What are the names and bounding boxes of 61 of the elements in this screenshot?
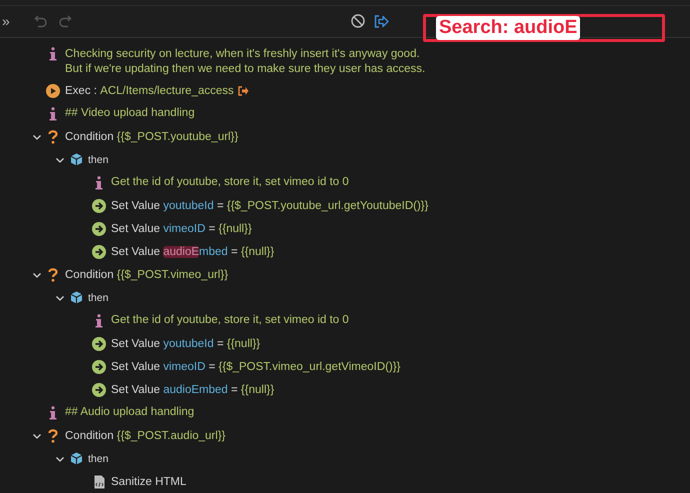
arrow-circle-icon — [92, 336, 106, 350]
branch-label: then — [88, 452, 108, 464]
step-label: Set Value — [111, 200, 160, 212]
exec-path: ACL/Items/lecture_access — [100, 84, 234, 96]
value-expression: {{null}} — [218, 222, 252, 234]
expand-panel-button[interactable]: » — [0, 11, 12, 32]
step-label: Set Value — [111, 360, 160, 372]
variable-name: youtubeId — [163, 200, 214, 212]
operator-text: = — [208, 360, 216, 372]
cube-icon — [69, 452, 83, 466]
cube-icon — [69, 152, 83, 166]
code-file-icon — [92, 474, 106, 488]
arrow-circle-icon — [92, 222, 106, 236]
arrow-circle-icon — [92, 360, 106, 374]
variable-name: youtubeId — [163, 338, 214, 350]
comment-text: Get the id of youtube, store it, set vimeo id to 0 — [111, 175, 349, 190]
comment-text: ## Video upload handling — [65, 106, 195, 121]
comment-text: Checking security on lecture, when it's freshly insert it's anyway good. — [65, 47, 421, 62]
search-label: Search: audioE — [436, 16, 580, 40]
play-icon — [46, 84, 60, 98]
step-label: Set Value — [111, 222, 160, 234]
step-label: Condition — [65, 268, 114, 280]
operator-text: = — [216, 338, 224, 350]
operator-text: = — [208, 222, 216, 234]
step-label: Set Value — [111, 246, 160, 258]
open-link-icon[interactable] — [236, 84, 251, 98]
step-label: Condition — [65, 130, 114, 142]
arrow-circle-icon — [92, 198, 106, 212]
condition-expression: {{$_POST.audio_url}} — [116, 430, 226, 442]
variable-name: vimeoID — [163, 222, 206, 234]
comment-text: But if we're updating then we need to make sure they user has access. — [65, 62, 426, 77]
operator-text: = — [216, 200, 224, 212]
step-label: Set Value — [111, 338, 160, 350]
step-label: Sanitize HTML — [111, 476, 186, 488]
operator-text: = — [231, 246, 238, 258]
value-expression: {{null}} — [226, 338, 260, 350]
comment-text: Get the id of youtube, store it, set vimeo id to 0 — [111, 313, 349, 328]
variable-name: audioEmbed — [163, 384, 228, 396]
variable-name: vimeoID — [163, 360, 206, 372]
cube-icon — [69, 290, 83, 304]
condition-expression: {{$_POST.vimeo_url}} — [116, 268, 228, 280]
arrow-circle-icon — [92, 382, 106, 396]
value-expression: {{$_POST.youtube_url.getYoutubeID()}} — [226, 200, 428, 212]
value-expression: {{$_POST.vimeo_url.getVimeoID()}} — [218, 360, 400, 372]
operator-text: = — [231, 384, 238, 396]
value-expression: {{null}} — [240, 246, 274, 258]
variable-name: mbed — [199, 246, 228, 258]
branch-label: then — [88, 292, 108, 304]
question-icon — [46, 428, 60, 442]
search-match-text: audioE — [163, 246, 200, 258]
comment-text: ## Audio upload handling — [65, 405, 194, 420]
disable-icon[interactable] — [348, 12, 367, 30]
value-expression: {{null}} — [240, 384, 274, 396]
question-icon — [46, 268, 60, 282]
condition-expression: {{$_POST.youtube_url}} — [116, 130, 238, 142]
question-icon — [46, 130, 60, 144]
step-label: Exec : — [65, 84, 97, 96]
step-label: Set Value — [111, 384, 160, 396]
branch-label: then — [88, 154, 108, 166]
step-label: Condition — [65, 430, 114, 442]
arrow-circle-icon — [92, 244, 106, 258]
